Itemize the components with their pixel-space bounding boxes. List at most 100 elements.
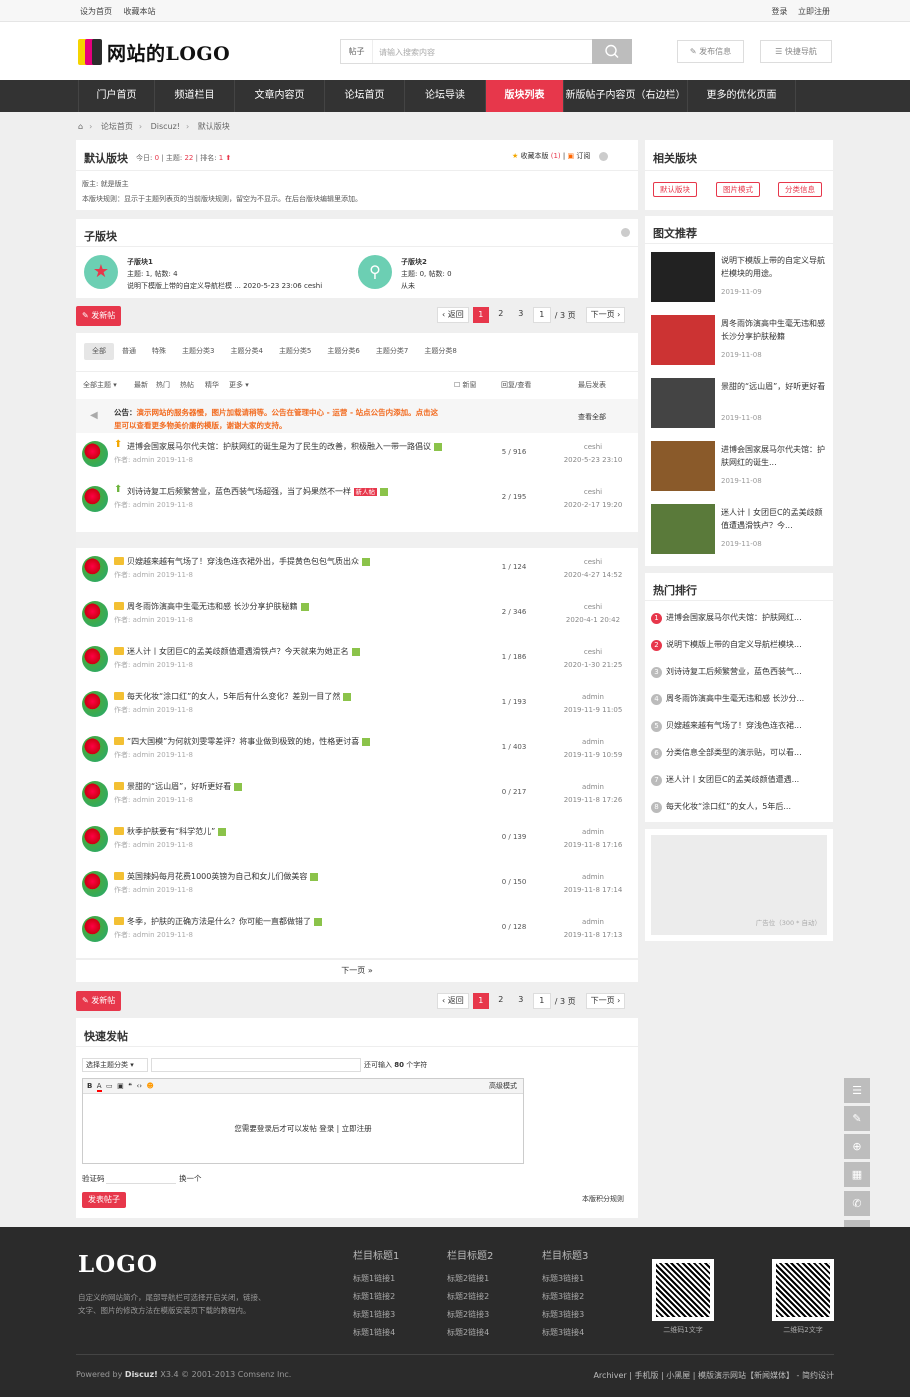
thread-title[interactable]: “四大国模”为何就刘雯零差评？将事业做到极致的她，性格更讨喜 (127, 737, 359, 746)
pick-title[interactable]: 周冬雨饰演高中生毫无违和感 长沙分享护肤秘籍 (721, 317, 829, 343)
avatar[interactable] (82, 556, 108, 582)
subscribe-button[interactable]: 订阅 (576, 152, 590, 160)
next-page-button[interactable]: 下一页 › (585, 307, 626, 323)
page-button[interactable]: 3 (513, 307, 529, 323)
footer-links[interactable]: Archiver | 手机版 | 小黑屋 | 模版演示网站【新闻媒体】 - 简约… (593, 1370, 834, 1381)
smiley-icon[interactable]: ☻ (147, 1082, 154, 1090)
page-button[interactable]: 1 (472, 307, 489, 323)
thread-title[interactable]: 刘诗诗复工后频繁营业，蓝色西装气场超强，当了妈果然不一样 (127, 487, 351, 496)
filter-hot-post[interactable]: 热帖 (180, 374, 194, 396)
related-tag[interactable]: 分类信息 (778, 182, 822, 197)
collapse-icon[interactable] (621, 228, 630, 237)
site-logo[interactable]: 网站的LOGO (78, 38, 230, 66)
hot-item[interactable]: 1 进博会国家展马尔代夫馆：护肤网红... (651, 612, 831, 624)
hot-item[interactable]: 8 每天化妆“涂口红”的女人，5年后... (651, 801, 831, 813)
bookmark-link[interactable]: 收藏本站 (124, 7, 156, 16)
footer-link[interactable]: 标题3链接3 (542, 1306, 588, 1324)
page-input[interactable]: 1 (532, 307, 551, 323)
footer-link[interactable]: 标题1链接2 (353, 1288, 399, 1306)
captcha-input[interactable] (106, 1171, 176, 1184)
filter-all[interactable]: 全部主题 ▾ (83, 374, 117, 396)
pick-thumbnail[interactable] (651, 504, 715, 554)
page-button[interactable]: 1 (472, 993, 489, 1009)
thread-title[interactable]: 进博会国家展马尔代夫馆：护肤网红的诞生是为了民生的改善，积极融入一带一路倡议 (127, 442, 431, 451)
page-button[interactable]: 2 (493, 307, 509, 323)
last-post-user[interactable]: admin (554, 916, 632, 929)
type-tab[interactable]: 主题分类6 (319, 343, 367, 360)
filter-hot[interactable]: 热门 (156, 374, 170, 396)
avatar[interactable] (82, 781, 108, 807)
bold-icon[interactable]: B (87, 1082, 92, 1090)
hot-item[interactable]: 3 刘诗诗复工后频繁营业，蓝色西装气... (651, 666, 831, 678)
type-tab[interactable]: 主题分类5 (271, 343, 319, 360)
footer-link[interactable]: 标题2链接2 (447, 1288, 493, 1306)
nav-item[interactable]: 新版帖子内容页（右边栏） (563, 80, 687, 112)
pick-title[interactable]: 迷人计丨女团巨C的孟美歧颜值遭遇滑铁卢？今... (721, 506, 829, 532)
search-input[interactable]: 请输入搜索内容 (379, 47, 435, 58)
type-tab[interactable]: 特殊 (144, 343, 174, 360)
calendar-tool-icon[interactable]: ▦ (844, 1162, 870, 1187)
last-post-user[interactable]: admin (554, 871, 632, 884)
subforum-icon[interactable]: ★ (84, 255, 118, 289)
avatar[interactable] (82, 441, 108, 467)
hot-item[interactable]: 5 贝嫂越来越有气场了！穿浅色连衣裙... (651, 720, 831, 732)
last-post-user[interactable]: admin (554, 826, 632, 839)
submit-post-button[interactable]: 发表帖子 (82, 1192, 126, 1208)
footer-logo[interactable]: LOGO (78, 1251, 158, 1278)
captcha-change-link[interactable]: 换一个 (179, 1173, 202, 1184)
new-window-checkbox[interactable]: ☐ 新窗 (454, 374, 477, 396)
footer-link[interactable]: 标题2链接1 (447, 1270, 493, 1288)
set-home-link[interactable]: 设为首页 (80, 7, 112, 16)
subforum-name[interactable]: 子版块2 (401, 256, 452, 268)
avatar[interactable] (82, 871, 108, 897)
login-tip[interactable]: 您需要登录后才可以发帖 登录 | 立即注册 (83, 1123, 523, 1134)
next-page-button[interactable]: 下一页 › (585, 993, 626, 1009)
quick-nav-button[interactable]: ☰ 快捷导航 (760, 40, 832, 63)
pick-title[interactable]: 说明下模版上带的自定义导航栏模块的用途。 (721, 254, 829, 280)
footer-link[interactable]: 标题3链接2 (542, 1288, 588, 1306)
related-tag[interactable]: 图片模式 (716, 182, 760, 197)
announcement-link[interactable]: 演示网站的服务器慢，图片加载请稍等。公告在管理中心 - 运营 - 站点公告内添加… (137, 408, 439, 417)
type-tab[interactable]: 全部 (84, 343, 114, 360)
nav-item[interactable]: 论坛首页 (324, 80, 404, 112)
pick-title[interactable]: 景甜的“远山眉”，好听更好看 (721, 380, 829, 393)
footer-link[interactable]: 标题3链接1 (542, 1270, 588, 1288)
subforum-name[interactable]: 子版块1 (127, 256, 322, 268)
view-all-link[interactable]: 查看全部 (578, 412, 606, 422)
pick-thumbnail[interactable] (651, 315, 715, 365)
link-icon[interactable]: ▭ (106, 1082, 113, 1090)
nav-item[interactable]: 频道栏目 (154, 80, 234, 112)
hot-item[interactable]: 4 周冬雨饰演高中生毫无违和感 长沙分... (651, 693, 831, 705)
credit-rules-link[interactable]: 本版积分规则 (582, 1194, 624, 1204)
page-button[interactable]: 3 (513, 993, 529, 1009)
hot-item[interactable]: 7 迷人计丨女团巨C的孟美歧颜值遭遇... (651, 774, 831, 786)
last-post-user[interactable]: ceshi (554, 601, 632, 614)
filter-digest[interactable]: 精华 (205, 374, 219, 396)
footer-link[interactable]: 标题2链接3 (447, 1306, 493, 1324)
pick-item[interactable]: 迷人计丨女团巨C的孟美歧颜值遭遇滑铁卢？今... 2019-11-08 (651, 504, 829, 556)
page-button[interactable]: 2 (493, 993, 509, 1009)
type-tab[interactable]: 主题分类4 (222, 343, 270, 360)
topic-type-select[interactable]: 选择主题分类 ▾ (82, 1058, 148, 1072)
hot-item[interactable]: 6 分类信息全部类型的演示贴，可以看... (651, 747, 831, 759)
nav-item[interactable]: 论坛导读 (404, 80, 485, 112)
thread-title[interactable]: 冬季，护肤的正确方法是什么？你可能一直都做错了 (127, 917, 311, 926)
filter-latest[interactable]: 最新 (134, 374, 148, 396)
crumb-link[interactable]: Discuz! (151, 122, 180, 131)
new-post-button[interactable]: ✎ 发新帖 (76, 306, 122, 326)
pick-title[interactable]: 进博会国家展马尔代夫馆：护肤网红的诞生... (721, 443, 829, 469)
avatar[interactable] (82, 826, 108, 852)
type-tab[interactable]: 主题分类3 (174, 343, 222, 360)
nav-item[interactable]: 门户首页 (78, 80, 154, 112)
thread-title[interactable]: 秋季护肤要有“科学范儿” (127, 827, 215, 836)
thread-title[interactable]: 英国辣妈每月花费1000英镑为自己和女儿们做美容 (127, 872, 307, 881)
pick-item[interactable]: 进博会国家展马尔代夫馆：护肤网红的诞生... 2019-11-08 (651, 441, 829, 493)
nav-item-active[interactable]: 版块列表 (485, 80, 563, 112)
nav-item[interactable]: 更多的优化页面 (687, 80, 796, 112)
register-link[interactable]: 立即注册 (798, 7, 830, 16)
last-post-user[interactable]: ceshi (554, 441, 632, 454)
nav-item[interactable]: 文章内容页 (234, 80, 324, 112)
last-post-user[interactable]: ceshi (554, 556, 632, 569)
avatar[interactable] (82, 916, 108, 942)
quote-icon[interactable]: ❝ (128, 1082, 132, 1090)
